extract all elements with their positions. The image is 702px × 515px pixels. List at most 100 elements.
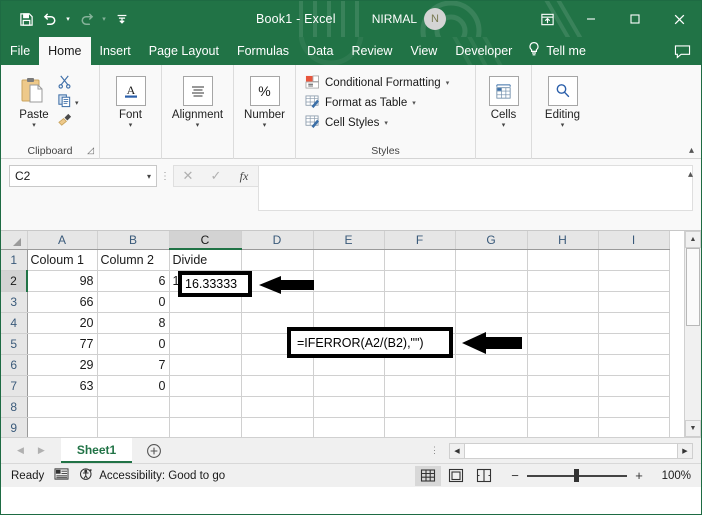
expand-formula-bar-icon[interactable]: ▴ (688, 169, 693, 180)
zoom-slider[interactable] (527, 469, 627, 483)
cell-G7[interactable] (455, 375, 528, 397)
record-macro-icon[interactable] (54, 467, 69, 484)
cell-E8[interactable] (313, 396, 385, 418)
row-header-4[interactable]: 4 (1, 312, 28, 334)
cell-H2[interactable] (527, 270, 599, 292)
undo-dropdown-icon[interactable]: ▾ (63, 7, 73, 31)
cell-C8[interactable] (169, 396, 242, 418)
cell-C4[interactable] (169, 312, 242, 334)
alignment-button[interactable]: Alignment ▾ (169, 72, 226, 130)
column-header-g[interactable]: G (455, 231, 528, 250)
account-area[interactable]: NIRMAL N (372, 8, 447, 30)
cell-H5[interactable] (527, 333, 599, 355)
cell-H6[interactable] (527, 354, 599, 376)
save-icon[interactable] (15, 7, 37, 31)
column-header-c[interactable]: C (169, 231, 242, 250)
cell-F8[interactable] (384, 396, 456, 418)
cell-B2[interactable]: 6 (97, 270, 170, 292)
cell-G3[interactable] (455, 291, 528, 313)
paste-dropdown-icon[interactable]: ▾ (32, 121, 36, 130)
avatar[interactable]: N (424, 8, 447, 30)
tell-me-label[interactable]: Tell me (546, 44, 586, 58)
tab-insert[interactable]: Insert (91, 37, 140, 65)
conditional-formatting-button[interactable]: Conditional Formatting ▾ (305, 74, 449, 92)
page-break-view-icon[interactable] (471, 466, 497, 486)
hscroll-left-icon[interactable]: ◀ (449, 442, 465, 459)
paste-button[interactable]: Paste ▾ (11, 72, 57, 130)
add-sheet-button[interactable] (132, 438, 176, 463)
cell-C5[interactable] (169, 333, 242, 355)
cell-A9[interactable] (27, 417, 98, 437)
cell-B4[interactable]: 8 (97, 312, 170, 334)
sheet-next-icon[interactable]: ▶ (38, 445, 45, 456)
cell-F2[interactable] (384, 270, 456, 292)
format-as-table-dropdown-icon[interactable]: ▾ (412, 99, 416, 107)
cell-E7[interactable] (313, 375, 385, 397)
cell-H4[interactable] (527, 312, 599, 334)
tell-me-box[interactable]: Tell me (521, 37, 586, 65)
cell-I1[interactable] (598, 249, 670, 271)
cell-H9[interactable] (527, 417, 599, 437)
cell-I2[interactable] (598, 270, 670, 292)
cell-D7[interactable] (241, 375, 314, 397)
cell-A6[interactable]: 29 (27, 354, 98, 376)
name-box-dropdown-icon[interactable]: ▾ (147, 172, 151, 181)
cells-button[interactable]: Cells ▾ (483, 72, 524, 130)
cell-B5[interactable]: 0 (97, 333, 170, 355)
cell-F9[interactable] (384, 417, 456, 437)
cell-styles-button[interactable]: Cell Styles ▾ (305, 114, 449, 132)
vertical-scrollbar[interactable]: ▲ ▼ (684, 231, 701, 437)
column-header-f[interactable]: F (384, 231, 456, 250)
redo-dropdown-icon[interactable]: ▾ (99, 7, 109, 31)
cell-C7[interactable] (169, 375, 242, 397)
tab-developer[interactable]: Developer (446, 37, 521, 65)
cell-I8[interactable] (598, 396, 670, 418)
alignment-dropdown-icon[interactable]: ▾ (196, 121, 200, 130)
column-header-d[interactable]: D (241, 231, 314, 250)
row-header-2[interactable]: 2 (1, 270, 28, 292)
zoom-level[interactable]: 100% (651, 470, 691, 482)
cell-A4[interactable]: 20 (27, 312, 98, 334)
cell-B9[interactable] (97, 417, 170, 437)
row-header-3[interactable]: 3 (1, 291, 28, 313)
scroll-down-icon[interactable]: ▼ (685, 420, 701, 437)
cell-F1[interactable] (384, 249, 456, 271)
cell-D9[interactable] (241, 417, 314, 437)
ribbon-display-options-icon[interactable] (525, 1, 569, 37)
cell-B8[interactable] (97, 396, 170, 418)
tab-formulas[interactable]: Formulas (228, 37, 298, 65)
row-header-9[interactable]: 9 (1, 417, 28, 437)
cut-button[interactable] (57, 75, 79, 92)
cell-H1[interactable] (527, 249, 599, 271)
cell-I7[interactable] (598, 375, 670, 397)
cell-H3[interactable] (527, 291, 599, 313)
cell-G4[interactable] (455, 312, 528, 334)
column-header-b[interactable]: B (97, 231, 170, 250)
column-header-i[interactable]: I (598, 231, 670, 250)
horizontal-scroll-track[interactable] (465, 442, 677, 459)
sheet-tab-sheet1[interactable]: Sheet1 (60, 438, 133, 463)
maximize-button[interactable] (613, 1, 657, 37)
minimize-button[interactable] (569, 1, 613, 37)
column-header-a[interactable]: A (27, 231, 98, 250)
zoom-out-button[interactable]: − (509, 468, 521, 483)
sheet-tab-grip[interactable]: ⋮ (420, 438, 449, 463)
cell-D1[interactable] (241, 249, 314, 271)
copy-button[interactable]: ▾ (57, 93, 79, 111)
zoom-slider-thumb[interactable] (574, 469, 579, 482)
cell-E3[interactable] (313, 291, 385, 313)
cell-I6[interactable] (598, 354, 670, 376)
tab-data[interactable]: Data (298, 37, 342, 65)
column-header-h[interactable]: H (527, 231, 599, 250)
cell-C1[interactable]: Divide (169, 249, 242, 271)
tab-page-layout[interactable]: Page Layout (140, 37, 228, 65)
format-as-table-button[interactable]: Format as Table ▾ (305, 94, 449, 112)
cell-G1[interactable] (455, 249, 528, 271)
clipboard-dialog-launcher-icon[interactable]: ◿ (87, 142, 94, 158)
insert-function-icon[interactable]: fx (230, 165, 258, 187)
row-header-5[interactable]: 5 (1, 333, 28, 355)
row-header-8[interactable]: 8 (1, 396, 28, 418)
editing-button[interactable]: Editing ▾ (539, 72, 586, 130)
vertical-scroll-track[interactable] (685, 248, 701, 420)
sheet-prev-icon[interactable]: ◀ (17, 445, 24, 456)
